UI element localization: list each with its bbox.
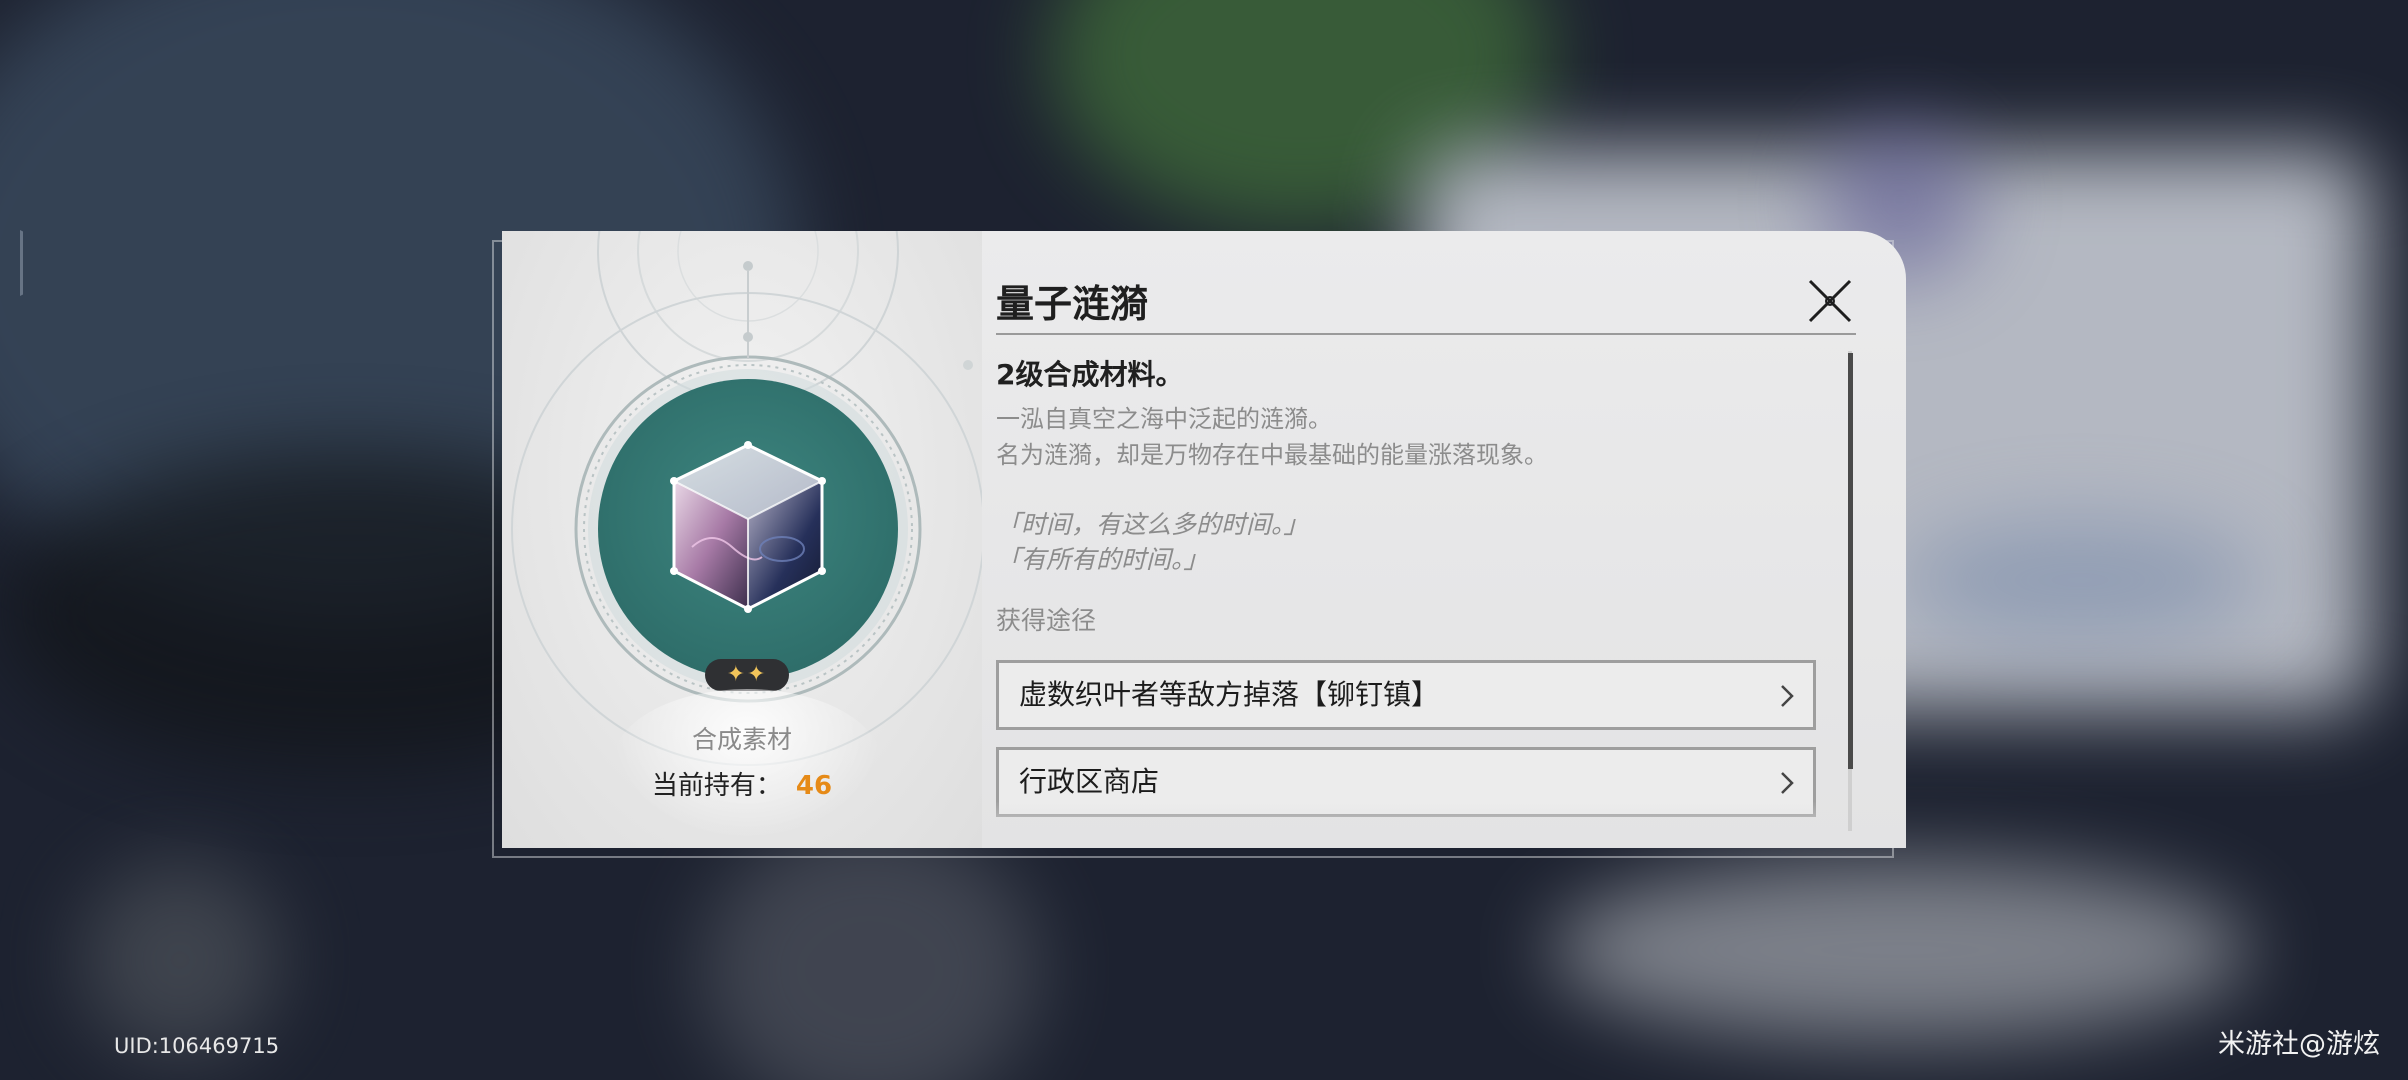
pedestal-glow — [612, 689, 882, 839]
close-icon — [1808, 279, 1852, 323]
source-button[interactable]: 虚数织叶者等敌方掉落【铆钉镇】 — [996, 660, 1816, 730]
quote-line: 「时间，有这么多的时间。」 — [996, 510, 1309, 539]
item-title: 量子涟漪 — [996, 282, 1149, 326]
item-preview-panel: ✦✦ 合成素材 当前持有： 46 — [502, 231, 982, 848]
item-detail-dialog: ✦✦ 合成素材 当前持有： 46 量子涟漪 2级合成材料。 一泓自真空之海中泛起的… — [502, 231, 1906, 848]
source-label: 虚数织叶者等敌方掉落【铆钉镇】 — [1019, 678, 1440, 711]
item-description: 一泓自真空之海中泛起的涟漪。 名为涟漪，却是万物存在中最基础的能量涨落现象。 — [996, 401, 1776, 473]
owned-count-row: 当前持有： 46 — [502, 765, 982, 802]
title-divider — [996, 333, 1856, 335]
description-line: 一泓自真空之海中泛起的涟漪。 — [996, 405, 1332, 433]
item-type-label: 合成素材 — [691, 725, 792, 754]
description-line: 名为涟漪，却是万物存在中最基础的能量涨落现象。 — [996, 441, 1548, 469]
item-icon-frame — [598, 379, 898, 679]
quote-line: 「有所有的时间。」 — [996, 545, 1209, 574]
uid-label: UID:106469715 — [114, 1034, 280, 1058]
scrollbar-thumb[interactable] — [1848, 353, 1853, 769]
list-fade-overlay — [982, 801, 1906, 848]
owned-count: 46 — [795, 771, 833, 801]
owned-label: 当前持有： — [651, 771, 782, 801]
watermark: 米游社@游炫 — [2218, 1029, 2380, 1060]
item-subtitle: 2级合成材料。 — [996, 358, 1184, 391]
rarity-stars: ✦✦ — [705, 659, 789, 691]
close-button[interactable] — [1804, 275, 1856, 327]
item-quote: 「时间，有这么多的时间。」 「有所有的时间。」 — [996, 507, 1309, 577]
quantum-cube-icon — [670, 441, 826, 613]
sources-heading: 获得途径 — [996, 606, 1097, 635]
chevron-right-icon — [1781, 772, 1794, 794]
chevron-right-icon — [1781, 685, 1794, 707]
